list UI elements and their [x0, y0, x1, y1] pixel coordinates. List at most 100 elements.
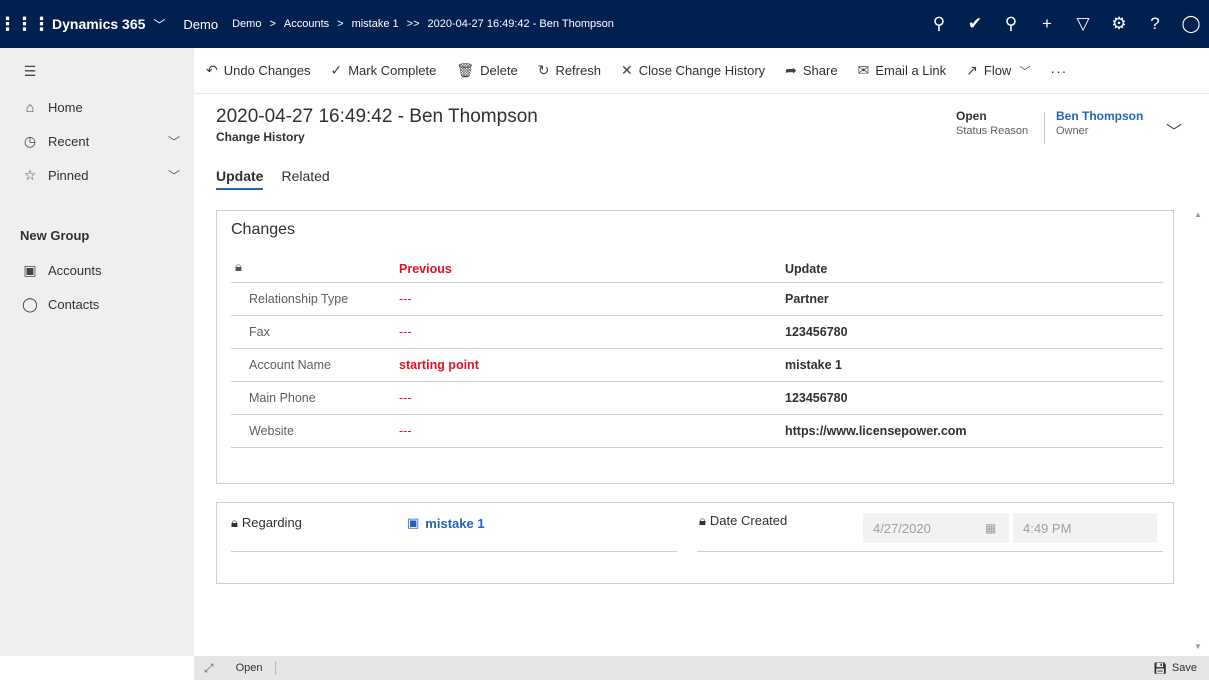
hamburger-menu[interactable]: ☰: [0, 54, 194, 88]
button-label: Mark Complete: [348, 63, 437, 78]
nav-item-label: Accounts: [48, 262, 102, 278]
updated-value: 123456780: [785, 391, 848, 405]
record-form: 2020-04-27 16:49:42 - Ben Thompson Chang…: [194, 94, 1209, 656]
field-name: Account Name: [249, 358, 331, 372]
previous-value: ---: [399, 424, 412, 438]
column-header-previous: Previous: [399, 262, 452, 276]
time-field: 4:49 PM: [1013, 513, 1157, 543]
nav-item-accounts[interactable]: ▣ Accounts: [0, 253, 194, 287]
field-name: Fax: [249, 325, 270, 339]
regarding-field-label: 🔒︎ Regarding: [231, 515, 302, 531]
changes-section: Changes 🔒︎ Previous Update Relationship …: [216, 210, 1174, 484]
owner-label: Owner: [1056, 125, 1089, 137]
button-label: Undo Changes: [223, 63, 311, 78]
tab-related[interactable]: Related: [281, 168, 329, 190]
more-commands-button[interactable]: ···: [1050, 48, 1067, 94]
lock-icon: 🔒︎: [235, 259, 242, 274]
date-created-label: Date Created: [709, 513, 788, 528]
mark-complete-button[interactable]: ✓ Mark Complete: [330, 48, 436, 94]
status-divider: [274, 661, 276, 675]
lightbulb-icon[interactable]: ⚲: [993, 0, 1029, 48]
save-button[interactable]: 💾︎ Save: [1153, 662, 1197, 675]
app-switcher[interactable]: Dynamics 365 ﹀: [52, 16, 165, 33]
chevron-down-icon[interactable]: ﹀: [1166, 118, 1182, 142]
share-button[interactable]: ➦ Share: [785, 48, 837, 94]
nav-item-pinned[interactable]: ☆ Pinned ﹀: [0, 158, 194, 192]
table-row: Main Phone --- 123456780: [231, 382, 1163, 415]
tab-update[interactable]: Update: [216, 168, 264, 190]
app-launcher-icon[interactable]: ⋮⋮⋮: [0, 0, 51, 48]
header-status-reason: Open Status Reason: [956, 109, 1028, 137]
environment-name[interactable]: Demo: [183, 17, 218, 32]
header-divider: [1044, 112, 1045, 144]
undo-changes-button[interactable]: ↶ Undo Changes: [206, 48, 310, 94]
record-entity: Change History: [216, 130, 305, 144]
table-row: Account Name starting point mistake 1: [231, 349, 1163, 382]
help-icon[interactable]: ?: [1137, 0, 1173, 48]
nav-item-label: Recent: [48, 133, 90, 149]
updated-value: 123456780: [785, 325, 848, 339]
field-divider: [697, 551, 1163, 552]
record-title: 2020-04-27 16:49:42 - Ben Thompson: [216, 106, 538, 127]
nav-item-recent[interactable]: ◷ Recent ﹀: [0, 124, 194, 158]
refresh-icon: ↻: [537, 62, 550, 78]
calendar-icon: ▦: [985, 521, 997, 535]
filter-icon[interactable]: ▽: [1065, 0, 1101, 48]
trash-icon: 🗑: [456, 62, 475, 78]
delete-button[interactable]: 🗑 Delete: [456, 48, 517, 94]
flow-button[interactable]: ↗ Flow ﹀: [966, 48, 1030, 94]
email-link-button[interactable]: ✉ Email a Link: [858, 48, 947, 94]
contact-icon: ◯: [22, 295, 38, 312]
sitemap-nav: ☰ ⌂ Home ◷ Recent ﹀ ☆ Pinned ﹀ New Group…: [0, 48, 194, 656]
regarding-label-wrap: 🔒︎ Regarding: [231, 515, 302, 531]
expand-icon[interactable]: ⤢: [204, 661, 214, 676]
chevron-down-icon: ﹀: [1019, 65, 1031, 78]
table-row: Relationship Type --- Partner: [231, 283, 1163, 316]
record-status: Open: [235, 662, 263, 674]
checkmark-icon: ✓: [330, 62, 343, 78]
previous-value: starting point: [399, 358, 479, 372]
section-title: Changes: [231, 221, 296, 238]
gear-icon[interactable]: ⚙: [1101, 0, 1137, 48]
refresh-button[interactable]: ↻ Refresh: [538, 48, 601, 94]
scroll-down-arrow-icon[interactable]: ▼: [1194, 642, 1202, 651]
changes-table: 🔒︎ Previous Update Relationship Type ---…: [231, 253, 1163, 448]
breadcrumb: Demo > Accounts > mistake 1 >> 2020-04-2…: [232, 18, 614, 30]
regarding-value[interactable]: mistake 1: [425, 516, 484, 531]
account-icon: ▣: [407, 515, 420, 530]
chevron-down-icon: ﹀: [167, 168, 180, 183]
plus-icon[interactable]: +: [1029, 0, 1065, 48]
column-header-update: Update: [785, 262, 828, 276]
table-row: Fax --- 123456780: [231, 316, 1163, 349]
regarding-lookup[interactable]: ▣ mistake 1: [407, 515, 485, 531]
updated-value: https://www.licensepower.com: [785, 424, 967, 438]
nav-item-contacts[interactable]: ◯ Contacts: [0, 287, 194, 321]
table-row: Website --- https://www.licensepower.com: [231, 415, 1163, 448]
email-icon: ✉: [857, 62, 870, 78]
breadcrumb-item[interactable]: mistake 1: [352, 18, 399, 30]
top-bar: ⋮⋮⋮ Dynamics 365 ﹀ Demo Demo > Accounts …: [0, 0, 1209, 48]
button-label: Refresh: [555, 63, 601, 78]
breadcrumb-item[interactable]: Demo: [232, 18, 261, 30]
scroll-up-arrow-icon[interactable]: ▲: [1194, 210, 1202, 219]
owner-link[interactable]: Ben Thompson: [1056, 109, 1143, 123]
lock-icon: 🔒︎: [699, 513, 706, 528]
previous-value: ---: [399, 325, 412, 339]
chevron-right-icon: >: [337, 18, 344, 30]
search-icon[interactable]: ⚲: [921, 0, 957, 48]
undo-icon: ↶: [206, 62, 218, 78]
chevron-down-icon: ﹀: [167, 134, 180, 149]
breadcrumb-item[interactable]: Accounts: [284, 18, 329, 30]
user-icon[interactable]: ◯: [1173, 0, 1209, 48]
task-icon[interactable]: ✔: [957, 0, 993, 48]
form-tabs: Update Related: [216, 168, 330, 190]
save-icon: 💾︎: [1152, 662, 1167, 675]
close-change-history-button[interactable]: ✕ Close Change History: [621, 48, 765, 94]
updated-value: Partner: [785, 292, 829, 306]
breadcrumb-item: 2020-04-27 16:49:42 - Ben Thompson: [427, 18, 614, 30]
regarding-label: Regarding: [241, 515, 302, 530]
button-label: Close Change History: [638, 63, 766, 78]
flow-icon: ↗: [966, 62, 978, 78]
nav-item-home[interactable]: ⌂ Home: [0, 90, 194, 124]
details-section: 🔒︎ Regarding ▣ mistake 1 🔒︎ Date Created 4…: [216, 502, 1174, 584]
